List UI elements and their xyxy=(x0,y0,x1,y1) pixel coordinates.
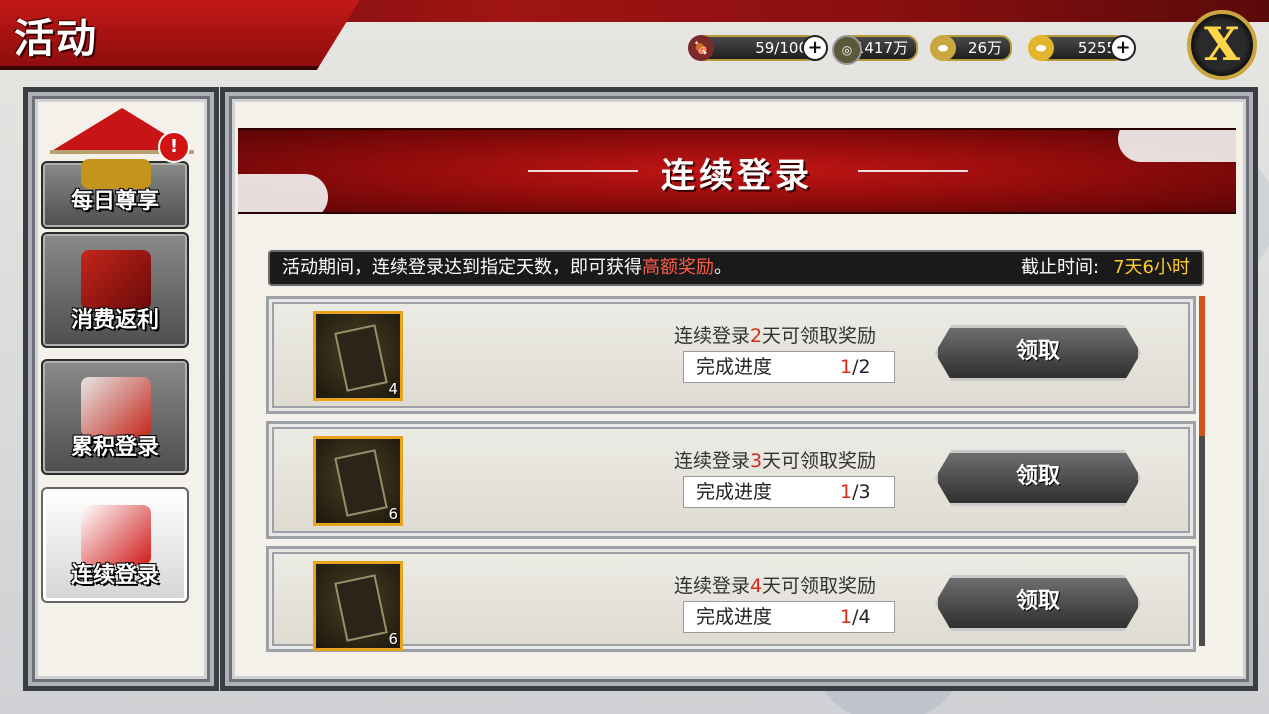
sidebar-item-consecutive-login[interactable]: 连续登录 xyxy=(41,487,189,603)
item-quantity: 6 xyxy=(388,505,398,523)
item-quantity: 6 xyxy=(388,630,398,648)
sidebar-item-cumulative-login[interactable]: 累积登录 xyxy=(41,359,189,475)
silver-value: 26万 xyxy=(967,39,1002,57)
panel-title: 连续登录 xyxy=(661,156,813,196)
sidebar-item-daily-premium[interactable]: 每日尊享 xyxy=(41,159,189,229)
scroll-icon xyxy=(334,574,388,642)
scroll-icon xyxy=(334,449,388,517)
event-description: 活动期间，连续登录达到指定天数，即可获得高额奖励。 xyxy=(282,252,732,284)
lion-mask-icon xyxy=(81,505,151,565)
progress-value: 1/2 xyxy=(840,356,871,378)
sidebar-item-label: 消费返利 xyxy=(70,307,159,333)
deadline-value: 7天6小时 xyxy=(1113,257,1190,278)
claim-button[interactable]: 领取 xyxy=(935,325,1141,381)
title-plate: 活动 xyxy=(0,0,360,70)
gold-counter: ⬬ 5255 + xyxy=(1028,35,1136,61)
progress-value: 1/4 xyxy=(840,606,871,628)
deadline-label: 截止时间: xyxy=(1021,257,1100,278)
claim-button[interactable]: 领取 xyxy=(935,575,1141,631)
alert-badge: ! xyxy=(158,131,190,163)
meat-icon: 🍖 xyxy=(688,35,714,61)
scrollbar-thumb[interactable] xyxy=(1199,296,1205,436)
gold-ingot-icon: ⬬ xyxy=(1028,35,1054,61)
description-text: 活动期间，连续登录达到指定天数，即可获得 xyxy=(282,257,642,278)
claim-button[interactable]: 领取 xyxy=(935,450,1141,506)
progress-box: 完成进度 1/3 xyxy=(683,476,895,508)
sidebar-item-label: 连续登录 xyxy=(70,562,159,588)
page-title: 活动 xyxy=(14,15,98,62)
progress-label: 完成进度 xyxy=(696,606,773,628)
lion-mask-icon xyxy=(81,377,151,437)
reward-highlight: 高额奖励 xyxy=(642,257,714,278)
description-end: 。 xyxy=(714,257,732,278)
reward-row: 4 连续登录2天可领取奖励 完成进度 1/2 领取 xyxy=(266,296,1196,414)
reward-condition: 连续登录4天可领取奖励 xyxy=(673,575,877,597)
item-quantity: 4 xyxy=(388,380,398,398)
silver-ingot-icon: ⬬ xyxy=(930,35,956,61)
progress-label: 完成进度 xyxy=(696,481,773,503)
reward-condition: 连续登录3天可领取奖励 xyxy=(673,450,877,472)
progress-box: 完成进度 1/2 xyxy=(683,351,895,383)
sidebar-item-label: 每日尊享 xyxy=(70,188,159,214)
treasure-box-icon xyxy=(81,250,151,310)
add-gold-button[interactable]: + xyxy=(1110,35,1136,61)
reward-item[interactable]: 4 xyxy=(313,311,403,401)
silver-counter: ⬬ 26万 xyxy=(930,35,1012,61)
sidebar-item-spend-rebate[interactable]: 消费返利 xyxy=(41,232,189,348)
add-stamina-button[interactable]: + xyxy=(802,35,828,61)
coin-counter: ◎ 1417万 xyxy=(832,35,918,65)
progress-box: 完成进度 1/4 xyxy=(683,601,895,633)
coin-value: 1417万 xyxy=(854,39,908,57)
stamina-counter: 🍖 59/100 + xyxy=(688,35,828,61)
header-banner: 连续登录 xyxy=(238,128,1236,214)
coin-icon: ◎ xyxy=(832,35,862,65)
close-button[interactable]: X xyxy=(1187,10,1257,80)
reward-item[interactable]: 6 xyxy=(313,561,403,651)
deadline: 截止时间: 7天6小时 xyxy=(1021,252,1190,284)
sidebar-item-label: 累积登录 xyxy=(70,434,159,460)
reward-condition: 连续登录2天可领取奖励 xyxy=(673,325,877,347)
info-bar: 活动期间，连续登录达到指定天数，即可获得高额奖励。 截止时间: 7天6小时 xyxy=(268,250,1204,286)
scroll-icon xyxy=(334,324,388,392)
stamina-value: 59/100 xyxy=(755,39,808,57)
progress-value: 1/3 xyxy=(840,481,871,503)
reward-row: 6 连续登录4天可领取奖励 完成进度 1/4 领取 xyxy=(266,546,1196,652)
reward-item[interactable]: 6 xyxy=(313,436,403,526)
reward-row: 6 连续登录3天可领取奖励 完成进度 1/3 领取 xyxy=(266,421,1196,539)
progress-label: 完成进度 xyxy=(696,356,773,378)
